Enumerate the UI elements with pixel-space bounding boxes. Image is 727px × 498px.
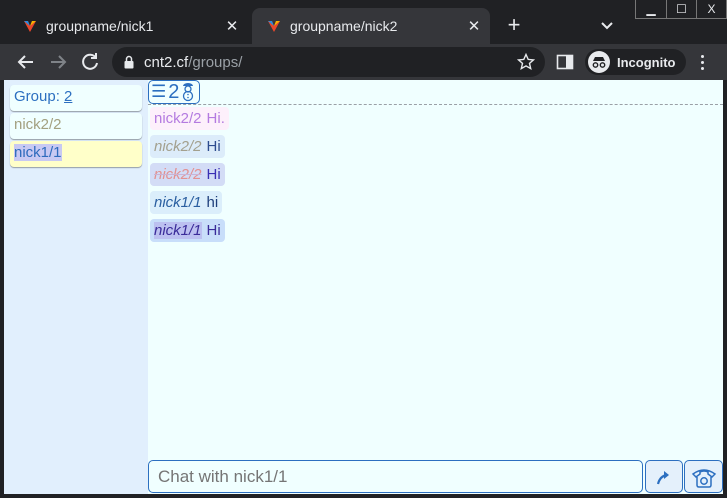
chat-message: nick1/1 hi (150, 191, 223, 214)
chevron-down-icon[interactable] (596, 14, 618, 36)
message-nick: nick2/2 (154, 138, 202, 155)
message-nick: nick2/2 (154, 166, 202, 183)
new-tab-button[interactable]: + (502, 13, 526, 37)
chat-message: nick2/2 Hi (150, 163, 225, 186)
member-label: nick1/1 (14, 144, 62, 161)
browser-menu-icon[interactable] (694, 52, 710, 72)
back-arrow-icon[interactable] (14, 50, 38, 74)
reload-icon[interactable] (78, 50, 102, 74)
close-window-button[interactable]: X (696, 0, 726, 18)
browser-toolbar: cnt2.cf/groups/ Incognito (0, 44, 727, 80)
browser-titlebar: groupname/nick1 ✕ groupname/nick2 ✕ + ▁ … (0, 0, 727, 44)
tab-close-icon[interactable]: ✕ (464, 16, 484, 36)
incognito-label: Incognito (617, 54, 676, 70)
app-favicon-icon (24, 21, 36, 32)
group-count-link[interactable]: 2 (64, 88, 72, 105)
group-link[interactable]: Group: 2 (10, 85, 142, 111)
send-arrow-icon (656, 470, 669, 484)
minimize-button[interactable]: ▁ (636, 0, 666, 18)
hamburger-menu-icon[interactable]: ☰ (151, 82, 166, 102)
lock-icon (124, 55, 134, 69)
url-path: /groups/ (188, 53, 243, 71)
member-label: nick2/2 (14, 116, 62, 133)
url-host: cnt2.cf (144, 53, 189, 71)
sidebar-item-nick1[interactable]: nick1/1 (10, 141, 142, 167)
tab-groupname-nick1[interactable]: groupname/nick1 ✕ (8, 8, 248, 44)
incognito-badge[interactable]: Incognito (585, 49, 686, 75)
tab-close-icon[interactable]: ✕ (222, 16, 242, 36)
bookmark-star-icon[interactable] (517, 53, 535, 71)
page-content: Group: 2 nick2/2 nick1/1 ☰ 2 nick2/2 Hi.… (4, 80, 723, 494)
chat-message: nick2/2 Hi (150, 135, 225, 158)
telephone-icon (691, 468, 716, 488)
group-sidebar: Group: 2 nick2/2 nick1/1 (4, 80, 148, 494)
chat-message: nick1/1 Hi (150, 219, 225, 242)
message-text: Hi. (206, 110, 225, 127)
tab-title: groupname/nick2 (290, 18, 398, 34)
message-text: Hi (206, 138, 221, 155)
message-nick: nick1/1 (154, 222, 202, 239)
tab-title: groupname/nick1 (46, 18, 154, 34)
maximize-button[interactable]: ☐ (666, 0, 696, 18)
call-button[interactable] (684, 460, 723, 493)
group-label: Group: (14, 88, 65, 105)
tab-groupname-nick2[interactable]: groupname/nick2 ✕ (252, 8, 490, 44)
message-text: Hi (206, 166, 221, 183)
chat-input[interactable] (148, 460, 643, 493)
message-text: Hi (206, 222, 221, 239)
snowman-person-icon[interactable] (180, 82, 196, 102)
app-favicon-icon (268, 21, 280, 32)
forward-arrow-icon[interactable] (46, 50, 70, 74)
side-panel-icon[interactable] (556, 53, 574, 71)
message-nick: nick2/2 (154, 110, 202, 127)
chat-message: nick2/2 Hi. (150, 107, 229, 130)
address-bar[interactable]: cnt2.cf/groups/ (112, 47, 545, 77)
message-text: hi (206, 194, 219, 211)
message-nick: nick1/1 (154, 194, 202, 211)
send-button[interactable] (645, 460, 683, 493)
chat-header: ☰ 2 (148, 80, 723, 105)
window-controls: ▁ ☐ X (635, 0, 727, 19)
chat-panel: ☰ 2 nick2/2 Hi. nick2/2 Hi nick2/2 Hi nick1… (148, 80, 723, 494)
participant-count: 2 (168, 81, 180, 103)
incognito-icon (588, 51, 610, 73)
chat-header-controls[interactable]: ☰ 2 (148, 80, 200, 104)
sidebar-item-nick2[interactable]: nick2/2 (10, 113, 142, 139)
